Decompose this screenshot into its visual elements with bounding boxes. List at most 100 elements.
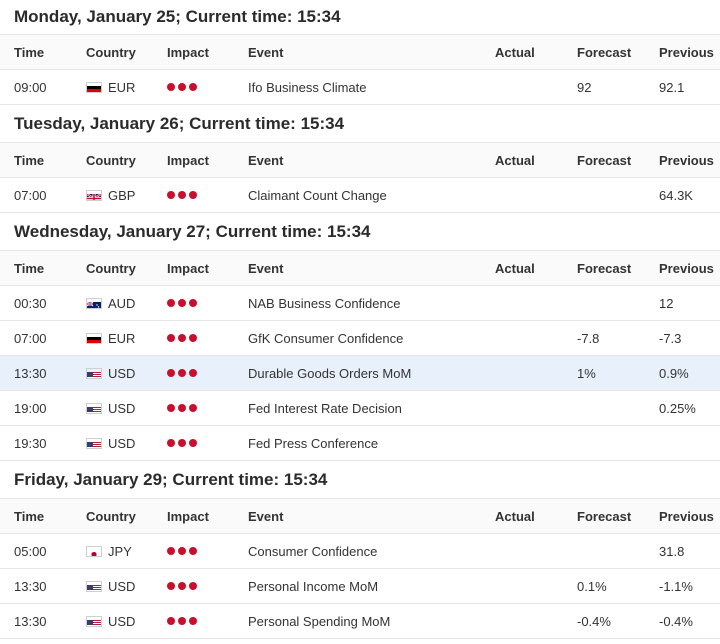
economic-calendar: Monday, January 25; Current time: 15:34 T… [0,0,720,639]
event-previous: 64.3K [659,187,693,203]
column-header-impact: Impact [167,508,209,524]
event-time: 07:00 [14,330,47,346]
event-name: Consumer Confidence [248,543,378,559]
currency-code: USD [108,435,136,451]
event-row[interactable]: 19:00 USD Fed Interest Rate Decision 0.25% [0,391,720,426]
impact-indicator [167,534,197,568]
currency-code: USD [108,400,136,416]
de-flag-icon [86,81,102,93]
event-previous: -0.4% [659,613,693,629]
event-country: USD [86,426,135,460]
us-flag-icon [86,580,102,592]
impact-indicator [167,604,197,638]
event-country: USD [86,391,135,425]
event-name: GfK Consumer Confidence [248,330,404,346]
event-row[interactable]: 07:00 EUR GfK Consumer Confidence -7.8 -7.3 [0,321,720,356]
column-header-event: Event [248,44,284,60]
impact-dot [178,299,186,307]
impact-indicator [167,391,197,425]
column-header-time: Time [14,260,45,276]
impact-dot [178,334,186,342]
event-row[interactable]: 13:30 USD Personal Income MoM 0.1% -1.1% [0,569,720,604]
column-header-country: Country [86,260,136,276]
impact-dot [189,547,197,555]
event-forecast: 0.1% [577,578,607,594]
column-header-country: Country [86,152,136,168]
event-forecast: 1% [577,365,596,381]
impact-dot [178,191,186,199]
impact-dot [167,547,175,555]
impact-dot [178,547,186,555]
currency-code: AUD [108,295,136,311]
event-previous: 0.9% [659,365,689,381]
us-flag-icon [86,402,102,414]
event-time: 09:00 [14,79,47,95]
currency-code: USD [108,365,136,381]
event-time: 13:30 [14,578,47,594]
event-country: JPY [86,534,132,568]
event-name: Personal Income MoM [248,578,379,594]
impact-dot [189,299,197,307]
event-row[interactable]: 13:30 USD Personal Spending MoM -0.4% -0.4% [0,604,720,639]
currency-code: EUR [108,330,136,346]
impact-dot [178,83,186,91]
currency-code: JPY [108,543,132,559]
currency-code: USD [108,613,136,629]
event-name: Durable Goods Orders MoM [248,365,412,381]
event-previous: 92.1 [659,79,685,95]
de-flag-icon [86,332,102,344]
event-previous: 12 [659,295,674,311]
event-name: NAB Business Confidence [248,295,401,311]
event-country: USD [86,604,135,638]
event-forecast: 92 [577,79,592,95]
impact-dot [189,582,197,590]
column-header-event: Event [248,508,284,524]
column-header-actual: Actual [495,44,535,60]
event-time: 05:00 [14,543,47,559]
day-header: Monday, January 25; Current time: 15:34 [0,0,720,35]
event-row[interactable]: 05:00 JPY Consumer Confidence 31.8 [0,534,720,569]
impact-dot [189,404,197,412]
column-header-actual: Actual [495,260,535,276]
impact-dot [167,334,175,342]
currency-code: EUR [108,79,136,95]
event-time: 19:00 [14,400,47,416]
column-header-forecast: Forecast [577,44,632,60]
event-time: 07:00 [14,187,47,203]
event-row[interactable]: 13:30 USD Durable Goods Orders MoM 1% 0.9% [0,356,720,391]
impact-indicator [167,356,197,390]
event-row[interactable]: 00:30 AUD NAB Business Confidence 12 [0,286,720,321]
impact-dot [178,404,186,412]
event-row[interactable]: 07:00 GBP Claimant Count Change 64.3K [0,178,720,213]
jp-flag-icon [86,545,102,557]
impact-dot [189,191,197,199]
event-time: 13:30 [14,613,47,629]
impact-dot [167,299,175,307]
currency-code: GBP [108,187,136,203]
event-previous: -1.1% [659,578,693,594]
column-header-previous: Previous [659,44,714,60]
event-country: AUD [86,286,135,320]
gb-flag-icon [86,189,102,201]
event-row[interactable]: 19:30 USD Fed Press Conference [0,426,720,461]
event-row[interactable]: 09:00 EUR Ifo Business Climate 92 92.1 [0,70,720,105]
event-forecast: -7.8 [577,330,600,346]
column-header-forecast: Forecast [577,508,632,524]
event-time: 19:30 [14,435,47,451]
us-flag-icon [86,367,102,379]
column-header-time: Time [14,44,45,60]
currency-code: USD [108,578,136,594]
column-header-event: Event [248,152,284,168]
event-previous: 31.8 [659,543,685,559]
column-header-time: Time [14,508,45,524]
event-name: Fed Interest Rate Decision [248,400,402,416]
column-header-row: Time Country Impact Event Actual Forecast Prev… [0,143,720,178]
column-header-previous: Previous [659,508,714,524]
impact-dot [167,617,175,625]
column-header-country: Country [86,508,136,524]
column-header-impact: Impact [167,260,209,276]
column-header-impact: Impact [167,152,209,168]
day-header: Tuesday, January 26; Current time: 15:34 [0,105,720,143]
column-header-forecast: Forecast [577,260,632,276]
event-country: USD [86,569,135,603]
